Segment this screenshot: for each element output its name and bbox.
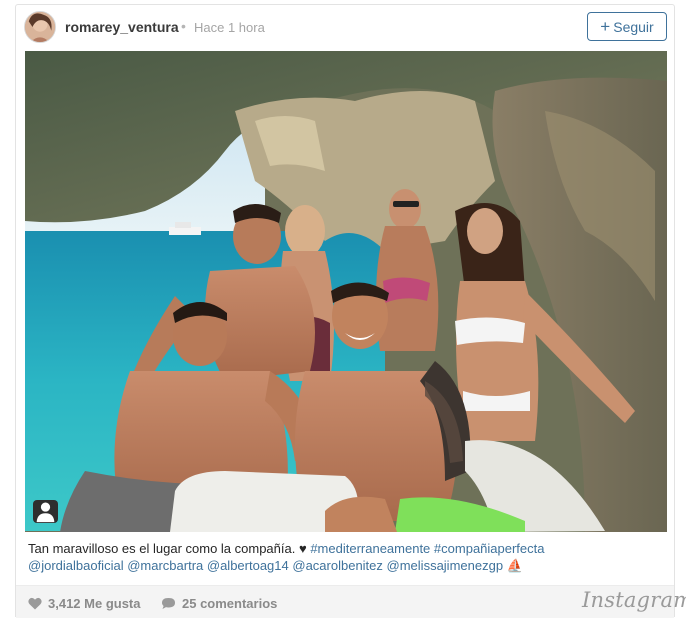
username-link[interactable]: romarey_ventura bbox=[65, 19, 179, 35]
post-header: romarey_ventura • Hace 1 hora + Seguir bbox=[16, 5, 674, 51]
follow-label: Seguir bbox=[613, 18, 654, 35]
comment-icon bbox=[162, 598, 175, 609]
plus-icon: + bbox=[600, 17, 611, 36]
comments-count[interactable]: 25 comentarios bbox=[161, 596, 277, 611]
mention-link[interactable]: @jordialbaoficial bbox=[28, 558, 124, 573]
hashtag-link[interactable]: #compañiaperfecta bbox=[434, 541, 545, 556]
comments-label: 25 comentarios bbox=[182, 596, 278, 611]
sailboat-emoji: ⛵ bbox=[506, 558, 523, 573]
heart-icon bbox=[28, 597, 42, 610]
post-footer: 3,412 Me gusta 25 comentarios Instagram bbox=[16, 585, 686, 618]
instagram-embed-card: romarey_ventura • Hace 1 hora + Seguir T… bbox=[15, 4, 686, 618]
user-tag-button[interactable] bbox=[33, 500, 58, 523]
avatar[interactable] bbox=[24, 11, 56, 43]
mention-link[interactable]: @melissajimenezgp bbox=[387, 558, 504, 573]
follow-button[interactable]: + Seguir bbox=[587, 12, 667, 41]
user-tag-icon bbox=[36, 502, 55, 523]
likes-label: 3,412 Me gusta bbox=[48, 596, 141, 611]
post-caption: Tan maravilloso es el lugar como la comp… bbox=[28, 540, 668, 574]
caption-text: Tan maravilloso es el lugar como la comp… bbox=[28, 541, 296, 556]
post-photo[interactable] bbox=[25, 51, 667, 532]
instagram-logo[interactable]: Instagram bbox=[582, 588, 686, 612]
likes-count[interactable]: 3,412 Me gusta bbox=[28, 596, 141, 611]
hashtag-link[interactable]: #mediterraneamente bbox=[310, 541, 430, 556]
mention-link[interactable]: @albertoag14 bbox=[207, 558, 289, 573]
mention-link[interactable]: @marcbartra bbox=[127, 558, 203, 573]
timestamp[interactable]: Hace 1 hora bbox=[194, 20, 265, 35]
mention-link[interactable]: @acarolbenitez bbox=[292, 558, 383, 573]
heart-emoji: ♥ bbox=[298, 541, 307, 556]
separator-dot: • bbox=[181, 18, 186, 34]
